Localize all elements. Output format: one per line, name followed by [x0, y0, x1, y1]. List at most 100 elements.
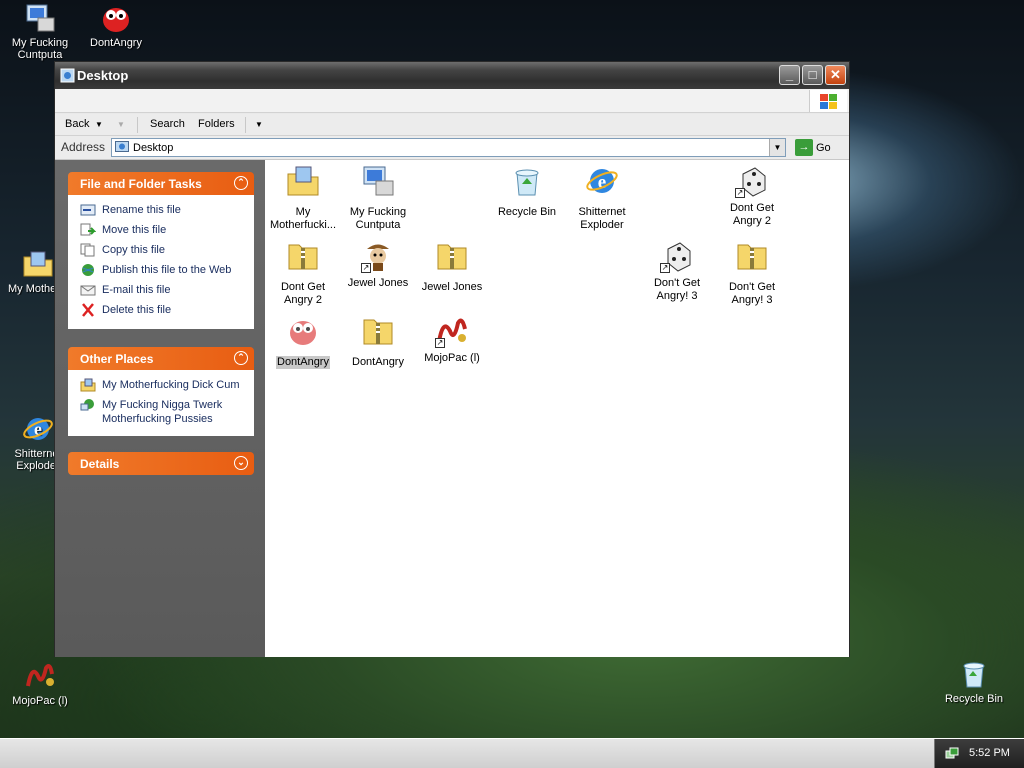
address-input[interactable]: Desktop ▼: [111, 138, 786, 157]
address-dropdown-icon[interactable]: ▼: [769, 139, 785, 156]
explorer-window[interactable]: Desktop _ □ ✕ Back ▼ ▼ Search Folders ▼ …: [54, 61, 850, 657]
desktop-icon-label: Recycle Bin: [944, 693, 1004, 705]
move-icon: [80, 223, 96, 236]
file-item[interactable]: My Motherfucki...: [265, 164, 341, 232]
task-pane: File and Folder Tasks ⌃ Rename this file…: [55, 160, 265, 657]
folders-button[interactable]: Folders: [198, 118, 235, 130]
zip-folder-icon: [437, 244, 467, 270]
file-item[interactable]: My Fucking Cuntputa: [340, 164, 416, 232]
task-copy[interactable]: Copy this file: [80, 243, 244, 263]
close-icon: ✕: [830, 67, 841, 82]
search-button[interactable]: Search: [150, 118, 185, 130]
file-label: Recycle Bin: [497, 206, 557, 218]
file-folder-tasks-header[interactable]: File and Folder Tasks ⌃: [68, 172, 254, 195]
desktop-icon-label: DontAngry: [90, 37, 142, 49]
task-label: Copy this file: [102, 244, 165, 256]
window-title: Desktop: [77, 68, 129, 83]
file-item[interactable]: Dont Get Angry 2: [265, 239, 341, 307]
expand-chevron-icon[interactable]: ⌄: [234, 456, 248, 470]
place-network[interactable]: My Fucking Nigga Twerk Motherfucking Pus…: [80, 398, 244, 430]
other-places-body: My Motherfucking Dick Cum My Fucking Nig…: [68, 370, 254, 436]
file-item[interactable]: ↗ MojoPac (l): [414, 314, 490, 365]
recycle-bin-icon: [515, 169, 539, 196]
file-item[interactable]: e Shitternet Exploder: [564, 164, 640, 232]
documents-folder-icon: [287, 166, 319, 196]
shortcut-arrow-icon: ↗: [660, 263, 670, 273]
forward-dropdown-icon: ▼: [117, 120, 125, 129]
back-button[interactable]: Back: [65, 118, 89, 130]
desktop-icon-label: My Fucking Cuntputa: [11, 37, 69, 61]
file-label: Don't Get Angry! 3: [728, 281, 776, 306]
minimize-button[interactable]: _: [779, 65, 800, 85]
task-label: Move this file: [102, 224, 167, 236]
file-label: DontAngry: [276, 356, 330, 369]
back-dropdown-icon[interactable]: ▼: [95, 120, 103, 129]
network-icon: [80, 399, 94, 411]
task-label: Rename this file: [102, 204, 181, 216]
place-my-documents[interactable]: My Motherfucking Dick Cum: [80, 378, 244, 398]
views-dropdown-icon[interactable]: ▼: [255, 120, 263, 129]
file-glyph: ↗: [361, 239, 395, 273]
clock[interactable]: 5:52 PM: [969, 747, 1010, 759]
go-button[interactable]: → Go: [795, 139, 831, 157]
desktop-icon-label: MojoPac (l): [12, 695, 68, 707]
minimize-icon: _: [785, 67, 794, 82]
file-label: MojoPac (l): [424, 352, 480, 364]
file-folder-tasks-body: Rename this file Move this file Copy thi…: [68, 195, 254, 329]
task-rename[interactable]: Rename this file: [80, 203, 244, 223]
desktop-icon-mojopac[interactable]: MojoPac (l): [0, 660, 80, 707]
file-label: DontAngry: [352, 356, 404, 368]
file-item[interactable]: Recycle Bin: [489, 164, 565, 219]
zip-folder-icon: [288, 244, 318, 270]
file-item[interactable]: ↗ Jewel Jones: [340, 239, 416, 290]
file-item-selected[interactable]: DontAngry: [265, 314, 341, 369]
address-value: Desktop: [133, 142, 174, 154]
file-item[interactable]: DontAngry: [340, 314, 416, 369]
recycle-bin-icon: [963, 662, 985, 688]
details-panel: Details ⌄: [68, 452, 254, 475]
windows-flag-icon: [820, 94, 837, 109]
toolbar-separator: [137, 117, 138, 133]
file-item[interactable]: ↗ Don't Get Angry! 3: [639, 239, 715, 303]
collapse-chevron-icon[interactable]: ⌃: [234, 176, 248, 190]
task-delete[interactable]: Delete this file: [80, 303, 244, 323]
other-places-header[interactable]: Other Places ⌃: [68, 347, 254, 370]
window-icon: [60, 68, 75, 83]
documents-folder-icon: [80, 378, 96, 392]
title-bar[interactable]: Desktop _ □ ✕: [55, 62, 849, 89]
system-tray: 5:52 PM: [934, 739, 1024, 768]
file-item[interactable]: Don't Get Angry! 3: [714, 239, 790, 307]
close-button[interactable]: ✕: [825, 65, 846, 85]
panel-title: File and Folder Tasks: [80, 177, 202, 191]
panel-title: Other Places: [80, 352, 154, 366]
file-label: Dont Get Angry 2: [729, 202, 775, 227]
task-publish[interactable]: Publish this file to the Web: [80, 263, 244, 283]
zip-folder-icon: [737, 244, 767, 270]
network-tray-icon[interactable]: [945, 747, 959, 761]
taskbar[interactable]: 5:52 PM: [0, 738, 1024, 768]
task-label: Publish this file to the Web: [102, 264, 232, 276]
documents-folder-icon: [23, 251, 53, 277]
desktop-icon-dontangry[interactable]: DontAngry: [76, 2, 156, 49]
desktop-icon-recycle-bin[interactable]: Recycle Bin: [934, 658, 1014, 705]
windows-logo: [809, 90, 847, 112]
place-label: My Motherfucking Dick Cum: [102, 379, 240, 391]
file-item[interactable]: Jewel Jones: [414, 239, 490, 294]
other-places-panel: Other Places ⌃ My Motherfucking Dick Cum…: [68, 347, 254, 436]
maximize-button[interactable]: □: [802, 65, 823, 85]
details-header[interactable]: Details ⌄: [68, 452, 254, 475]
computer-icon: [26, 4, 55, 32]
email-icon: [80, 285, 96, 296]
mojopac-icon: [26, 664, 54, 687]
file-item[interactable]: ↗ Dont Get Angry 2: [714, 164, 790, 228]
file-label: My Motherfucki...: [269, 206, 337, 231]
file-list-area[interactable]: My Motherfucki... My Fucking Cuntputa Re…: [265, 160, 849, 657]
collapse-chevron-icon[interactable]: ⌃: [234, 351, 248, 365]
shortcut-arrow-icon: ↗: [435, 338, 445, 348]
file-glyph: ↗: [735, 164, 769, 198]
task-email[interactable]: E-mail this file: [80, 283, 244, 303]
task-move[interactable]: Move this file: [80, 223, 244, 243]
file-glyph: ↗: [435, 314, 469, 348]
desktop-icon-my-computer[interactable]: My Fucking Cuntputa: [0, 2, 80, 61]
internet-explorer-icon: e: [23, 418, 53, 440]
